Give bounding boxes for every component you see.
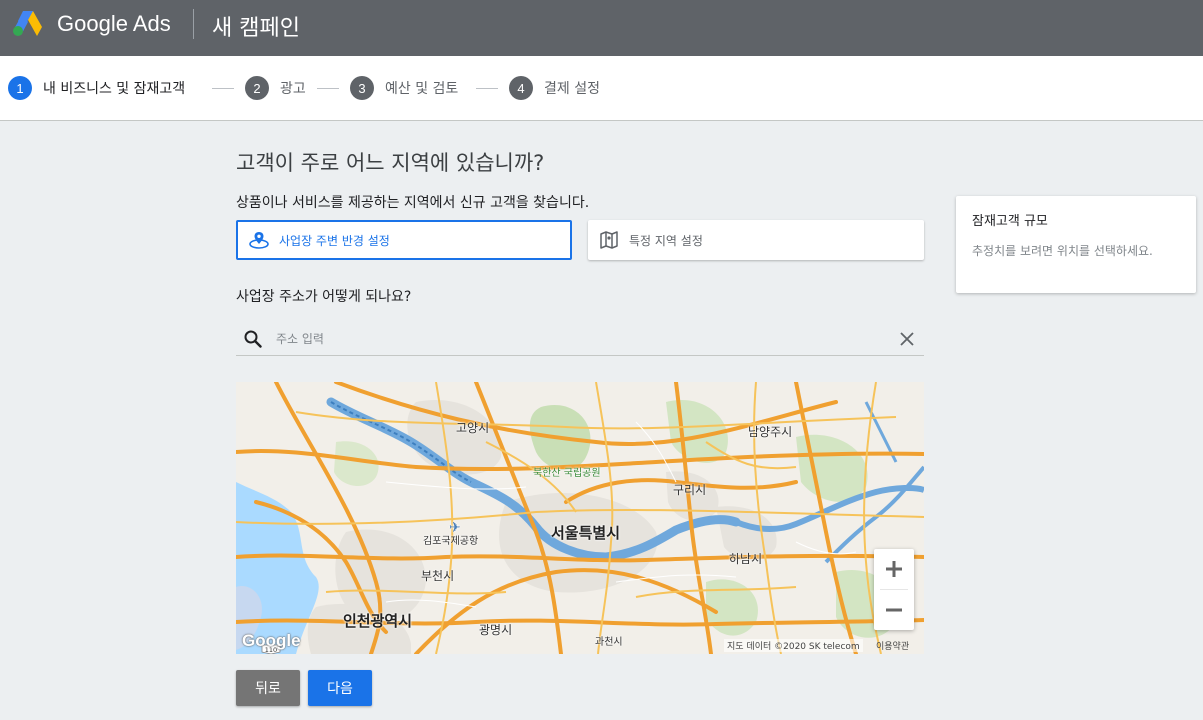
map-label-gwangmyeong: 광명시 (479, 623, 513, 637)
zoom-out-button[interactable] (874, 590, 914, 630)
location-subtitle: 상품이나 서비스를 제공하는 지역에서 신규 고객을 찾습니다. (236, 195, 590, 211)
map-label-seoul: 서울특별시 (551, 524, 621, 542)
audience-size-card: 잠재고객 규모 추정치를 보려면 위치를 선택하세요. (956, 196, 1196, 293)
map-label-gimpo-airport: 김포국제공항 (423, 536, 479, 547)
map-label-guri: 구리시 (673, 483, 707, 497)
step-connector (317, 88, 339, 89)
top-app-bar: Google Ads 새 캠페인 (0, 0, 1203, 56)
step-number: 2 (245, 76, 269, 100)
clear-icon[interactable] (894, 326, 920, 352)
header-divider (193, 9, 194, 39)
back-button[interactable]: 뒤로 (236, 670, 300, 706)
step-label: 예산 및 검토 (385, 81, 459, 97)
plus-icon (886, 561, 902, 577)
step-business-audience[interactable]: 1 내 비즈니스 및 잠재고객 (8, 76, 185, 100)
map-label-gwacheon: 과천시 (595, 637, 623, 648)
search-icon (238, 324, 268, 354)
zoom-in-button[interactable] (874, 549, 914, 589)
map-label-bucheon: 부천시 (421, 569, 455, 583)
radius-option-label: 사업장 주변 반경 설정 (279, 233, 390, 248)
step-label: 내 비즈니스 및 잠재고객 (43, 81, 186, 97)
map-attribution: 지도 데이터 ©2020 SK telecom (724, 639, 863, 652)
specific-area-option-card[interactable]: 특정 지역 설정 (588, 220, 924, 260)
page-title: 새 캠페인 (212, 16, 300, 41)
location-question: 고객이 주로 어느 지역에 있습니까? (236, 151, 545, 175)
address-search-field (236, 322, 924, 356)
minus-icon (886, 608, 902, 612)
google-ads-logo-icon (13, 11, 42, 36)
step-label: 결제 설정 (544, 81, 600, 97)
address-question: 사업장 주소가 어떻게 되나요? (236, 289, 412, 305)
address-input[interactable] (276, 323, 894, 354)
campaign-stepper: 1 내 비즈니스 및 잠재고객 2 광고 3 예산 및 검토 4 결제 설정 (0, 56, 1203, 121)
step-number: 3 (350, 76, 374, 100)
location-map[interactable]: 110 고양시 남양주시 북한산 국립공원 구리시 서울특별시 ✈ 김포국제공항… (236, 382, 924, 654)
map-label-namyangju: 남양주시 (748, 425, 793, 439)
step-connector (476, 88, 498, 89)
map-icon (598, 229, 620, 251)
radius-option-card[interactable]: 사업장 주변 반경 설정 (236, 220, 572, 260)
step-budget-review[interactable]: 3 예산 및 검토 (350, 76, 458, 100)
step-label: 광고 (280, 81, 306, 97)
google-map-logo: Google (242, 631, 301, 650)
map-label-hanam: 하남시 (729, 552, 763, 566)
step-number: 1 (8, 76, 32, 100)
location-radius-icon (248, 229, 270, 251)
step-ads[interactable]: 2 광고 (245, 76, 306, 100)
next-button[interactable]: 다음 (308, 670, 372, 706)
step-connector (212, 88, 234, 89)
map-zoom-control (874, 549, 914, 630)
map-label-goyang: 고양시 (456, 421, 490, 435)
step-billing[interactable]: 4 결제 설정 (509, 76, 600, 100)
step-number: 4 (509, 76, 533, 100)
audience-size-title: 잠재고객 규모 (972, 214, 1048, 229)
brand-name: Google Ads (57, 11, 171, 36)
map-base-layer: 110 (236, 382, 924, 654)
map-label-bukhansan: 북한산 국립공원 (533, 468, 601, 479)
map-label-incheon: 인천광역시 (343, 612, 413, 630)
specific-area-option-label: 특정 지역 설정 (629, 233, 703, 248)
audience-size-description: 추정치를 보려면 위치를 선택하세요. (972, 244, 1153, 258)
map-terms-link[interactable]: 이용약관 (876, 639, 909, 652)
